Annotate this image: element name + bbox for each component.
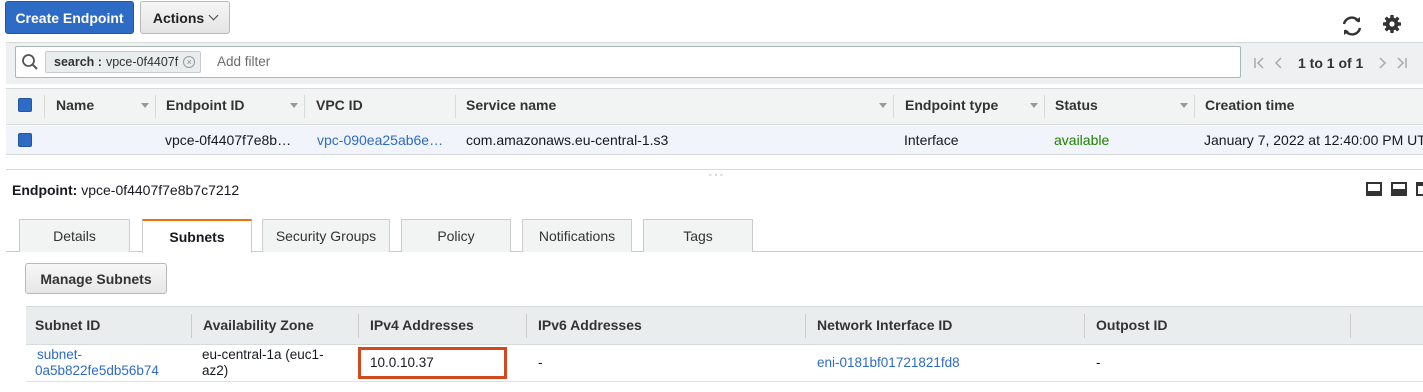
column-header-ipv4[interactable]: IPv4 Addresses [370, 317, 474, 333]
column-header-endpoint-type[interactable]: Endpoint type [905, 97, 998, 113]
tab-subnets[interactable]: Subnets [142, 219, 252, 253]
last-page-icon[interactable] [1393, 55, 1409, 71]
column-divider [893, 95, 894, 118]
column-divider [191, 314, 192, 338]
tab-security-groups[interactable]: Security Groups [262, 219, 390, 252]
chevron-down-icon [208, 10, 219, 21]
sort-caret-icon[interactable] [141, 103, 149, 108]
column-divider [805, 314, 806, 338]
cell-az-line1: eu-central-1a (euc1- [202, 347, 324, 362]
column-header-name[interactable]: Name [56, 97, 94, 113]
create-endpoint-button[interactable]: Create Endpoint [5, 1, 134, 34]
tab-tags[interactable]: Tags [643, 219, 753, 252]
cell-outpost: - [1096, 355, 1101, 370]
column-header-network-interface-id[interactable]: Network Interface ID [817, 317, 952, 333]
cell-creation-time: January 7, 2022 at 12:40:00 PM UT [1204, 132, 1423, 148]
column-divider [358, 314, 359, 338]
cell-ipv4: 10.0.10.37 [370, 355, 434, 370]
add-filter-placeholder[interactable]: Add filter [217, 54, 270, 69]
sort-caret-icon[interactable] [879, 103, 887, 108]
column-divider [1350, 314, 1351, 338]
resize-grip-icon[interactable]: ▫▫▫ [709, 172, 725, 179]
manage-subnets-button[interactable]: Manage Subnets [25, 263, 167, 294]
column-header-endpoint-id[interactable]: Endpoint ID [166, 97, 245, 113]
column-header-subnet-id[interactable]: Subnet ID [35, 317, 100, 333]
search-icon [22, 54, 38, 70]
panel-layout-controls [1366, 182, 1423, 196]
column-header-vpc-id[interactable]: VPC ID [316, 97, 363, 113]
cell-az-line2: az2) [202, 363, 229, 378]
gear-icon[interactable] [1380, 12, 1404, 36]
sort-caret-icon[interactable] [1180, 103, 1188, 108]
pagination: 1 to 1 of 1 [1252, 52, 1409, 74]
column-divider [1044, 95, 1045, 118]
column-header-status[interactable]: Status [1055, 97, 1098, 113]
first-page-icon[interactable] [1252, 55, 1268, 71]
endpoint-value: vpce-0f4407f7e8b7c7212 [81, 182, 240, 198]
next-page-icon[interactable] [1373, 55, 1393, 71]
tab-details[interactable]: Details [19, 219, 130, 252]
layout-bottom-icon[interactable] [1366, 182, 1382, 196]
cell-vpc-id-link[interactable]: vpc-090ea25ab6e… [317, 132, 443, 148]
actions-button-label: Actions [152, 9, 205, 26]
column-divider [155, 95, 156, 118]
cell-eni-link[interactable]: eni-0181bf01721821fd8 [817, 355, 960, 371]
column-divider [455, 95, 456, 118]
refresh-icon[interactable] [1339, 13, 1365, 39]
row-divider [26, 381, 1423, 382]
endpoint-label: Endpoint: [12, 182, 78, 198]
column-header-ipv6[interactable]: IPv6 Addresses [538, 317, 642, 333]
sort-caret-icon[interactable] [290, 103, 298, 108]
filter-token-key: search : [54, 55, 102, 69]
cell-subnet-id-line1[interactable]: subnet- [37, 347, 82, 363]
layout-full-icon[interactable] [1416, 182, 1423, 196]
cell-service-name: com.amazonaws.eu-central-1.s3 [466, 132, 669, 148]
column-header-service-name[interactable]: Service name [466, 97, 556, 113]
column-header-availability-zone[interactable]: Availability Zone [203, 317, 314, 333]
pager-text: 1 to 1 of 1 [1298, 55, 1364, 71]
column-header-creation-time[interactable]: Creation time [1205, 97, 1294, 113]
column-divider [304, 95, 305, 118]
clear-token-icon[interactable]: × [183, 56, 196, 68]
column-divider [1084, 314, 1085, 338]
cell-ipv6: - [538, 355, 543, 370]
cell-status: available [1054, 132, 1110, 148]
cell-endpoint-type: Interface [904, 132, 959, 148]
tab-notifications[interactable]: Notifications [522, 219, 632, 252]
column-divider [526, 314, 527, 338]
actions-button[interactable]: Actions [140, 1, 230, 34]
tab-policy[interactable]: Policy [401, 219, 511, 252]
prev-page-icon[interactable] [1268, 55, 1288, 71]
endpoint-detail-title: Endpoint: vpce-0f4407f7e8b7c7212 [12, 182, 239, 198]
column-divider [44, 95, 45, 118]
cell-endpoint-id: vpce-0f4407f7e8b… [165, 132, 292, 148]
column-header-outpost-id[interactable]: Outpost ID [1096, 317, 1168, 333]
row-checkbox[interactable] [18, 133, 32, 147]
sort-caret-icon[interactable] [1030, 103, 1038, 108]
panel-splitter[interactable] [6, 169, 1423, 170]
select-all-checkbox[interactable] [18, 98, 32, 112]
layout-half-icon[interactable] [1391, 182, 1407, 196]
filter-token[interactable]: search : vpce-0f4407f × [45, 51, 202, 73]
column-divider [1194, 95, 1195, 118]
cell-subnet-id-line2[interactable]: 0a5b822fe5db56b74 [35, 363, 159, 379]
filter-token-value: vpce-0f4407f [105, 55, 179, 69]
